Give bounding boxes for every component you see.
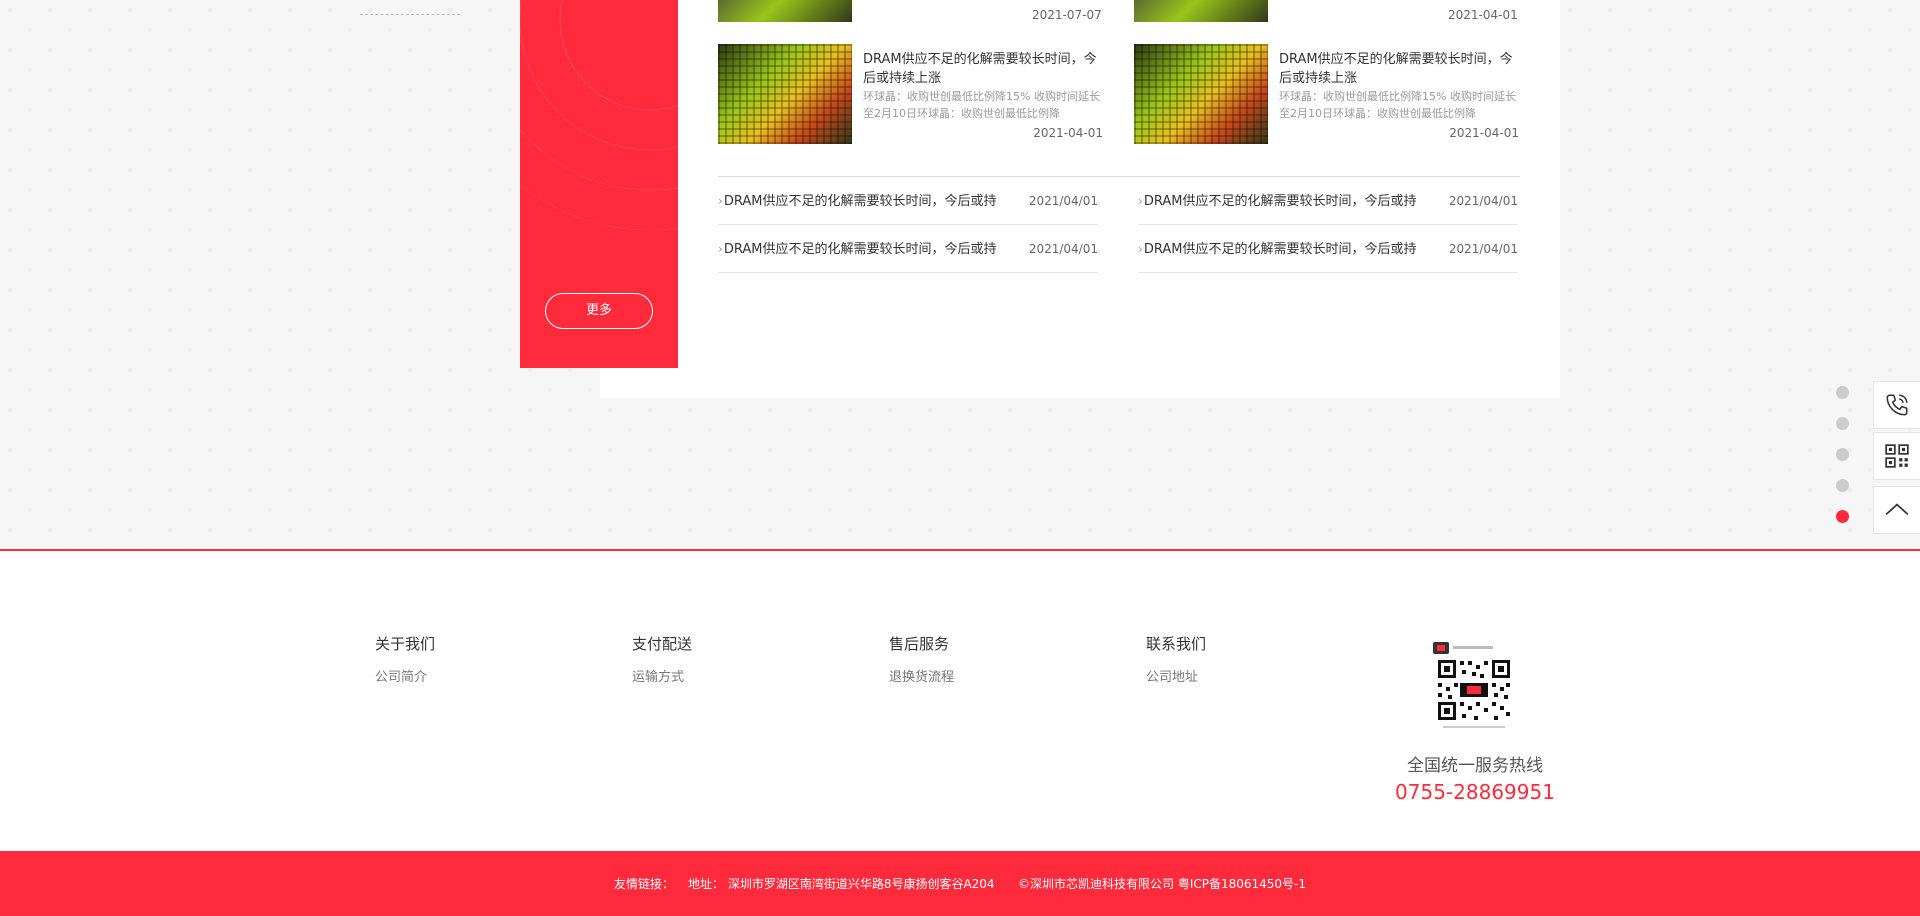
footer-link[interactable]: 运输方式 <box>632 666 692 685</box>
footer-column-heading: 关于我们 <box>375 635 436 653</box>
news-date: 2021-04-01 <box>1033 126 1103 140</box>
news-list-item[interactable]: ›DRAM供应不足的化解需要较长时间，今后或持 2021/04/01 <box>718 177 1098 225</box>
chevron-up-icon <box>1885 503 1909 515</box>
news-list-title[interactable]: DRAM供应不足的化解需要较长时间，今后或持 <box>1144 194 1417 209</box>
footer-column-heading: 售后服务 <box>889 635 950 653</box>
footer-column-contact: 联系我们 公司地址 <box>1146 633 1206 685</box>
news-thumbnail[interactable] <box>1134 0 1268 22</box>
copyright-text[interactable]: ©深圳市芯凯迪科技有限公司 粤ICP备18061450号-1 <box>1018 875 1306 892</box>
back-to-top-button[interactable] <box>1873 486 1920 534</box>
news-list-date: 2021/04/01 <box>1448 194 1518 208</box>
news-list-item[interactable]: ›DRAM供应不足的化解需要较长时间，今后或持 2021/04/01 <box>1138 177 1518 225</box>
news-thumbnail[interactable] <box>718 0 852 22</box>
hotline-label: 全国统一服务热线 <box>1407 756 1543 776</box>
chevron-right-icon: › <box>718 242 723 256</box>
footer-column-aftersales: 售后服务 退换货流程 <box>889 633 954 685</box>
footer-link[interactable]: 公司地址 <box>1146 666 1206 685</box>
footer-link[interactable]: 退换货流程 <box>889 666 954 685</box>
news-list-date: 2021/04/01 <box>1028 194 1098 208</box>
news-list-item[interactable]: ›DRAM供应不足的化解需要较长时间，今后或持 2021/04/01 <box>718 225 1098 273</box>
chevron-right-icon: › <box>1138 242 1143 256</box>
dashed-divider <box>360 14 460 15</box>
footer-link[interactable]: 公司简介 <box>375 666 435 685</box>
news-thumbnail[interactable] <box>718 44 852 144</box>
news-list-item[interactable]: ›DRAM供应不足的化解需要较长时间，今后或持 2021/04/01 <box>1138 225 1518 273</box>
news-title[interactable]: DRAM供应不足的化解需要较长时间，今后或持续上涨 <box>863 50 1103 88</box>
phone-button[interactable] <box>1873 381 1920 429</box>
news-list-date: 2021/04/01 <box>1028 242 1098 256</box>
address-text: 地址： 深圳市罗湖区南湾街道兴华路8号康扬创客谷A204 <box>688 877 995 891</box>
section-dot-active[interactable] <box>1836 510 1849 523</box>
more-button[interactable]: 更多 <box>545 293 653 329</box>
news-list-title[interactable]: DRAM供应不足的化解需要较长时间，今后或持 <box>724 242 997 257</box>
section-dot[interactable] <box>1836 479 1849 492</box>
news-summary: 环球晶：收购世创最低比例降15% 收购时间延长至2月10日环球晶：收购世创最低比… <box>863 90 1100 120</box>
footer-column-heading: 联系我们 <box>1146 635 1207 653</box>
hotline-number[interactable]: 0755-28869951 <box>1380 780 1570 804</box>
news-list-title[interactable]: DRAM供应不足的化解需要较长时间，今后或持 <box>724 194 997 209</box>
friend-links-label: 友情链接： <box>614 877 675 891</box>
section-dot[interactable] <box>1836 386 1849 399</box>
news-list-title[interactable]: DRAM供应不足的化解需要较长时间，今后或持 <box>1144 242 1417 257</box>
footer-column-about: 关于我们 公司简介 <box>375 633 435 685</box>
footer <box>0 551 1920 851</box>
news-list-date: 2021/04/01 <box>1448 242 1518 256</box>
section-dot[interactable] <box>1836 448 1849 461</box>
news-item[interactable]: DRAM供应不足的化解需要较长时间，今后或持续上涨 环球晶：收购世创最低比例降1… <box>718 44 1103 144</box>
footer-column-heading: 支付配送 <box>632 635 693 653</box>
news-summary: 环球晶：收购世创最低比例降15% 收购时间延长至2月10日环球晶：收购世创最低比… <box>1279 90 1516 120</box>
phone-icon <box>1886 394 1908 416</box>
footer-column-payment: 支付配送 运输方式 <box>632 633 692 685</box>
qrcode-icon <box>1885 444 1909 468</box>
chevron-right-icon: › <box>1138 194 1143 208</box>
bottom-bar: 友情链接： 地址： 深圳市罗湖区南湾街道兴华路8号康扬创客谷A204 ©深圳市芯… <box>0 851 1920 916</box>
qrcode-image <box>1433 640 1515 730</box>
news-item[interactable]: DRAM供应不足的化解需要较长时间，今后或持续上涨 环球晶：收购世创最低比例降1… <box>1134 44 1519 144</box>
section-dot[interactable] <box>1836 417 1849 430</box>
news-title[interactable]: DRAM供应不足的化解需要较长时间，今后或持续上涨 <box>1279 50 1519 88</box>
news-date: 2021-07-07 <box>1032 8 1102 22</box>
news-date: 2021-04-01 <box>1448 8 1518 22</box>
qrcode-button[interactable] <box>1873 432 1920 480</box>
news-thumbnail[interactable] <box>1134 44 1268 144</box>
chevron-right-icon: › <box>718 194 723 208</box>
red-side-panel: 更多 <box>520 0 678 368</box>
news-date: 2021-04-01 <box>1449 126 1519 140</box>
